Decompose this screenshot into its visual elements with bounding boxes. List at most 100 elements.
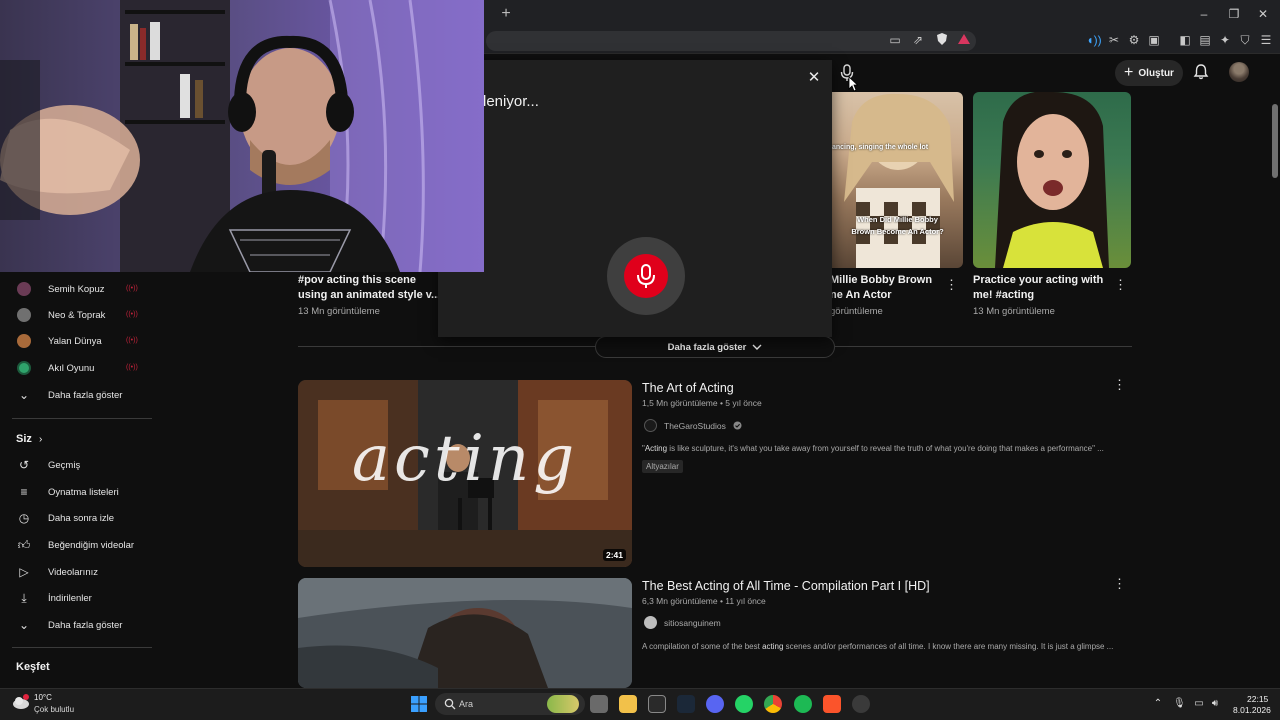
extensions-icon[interactable]: ⚙ — [1126, 32, 1142, 48]
video-1-channel[interactable]: TheGaroStudios — [644, 419, 742, 432]
sidebar-you-more[interactable]: ⌄ Daha fazla göster — [0, 612, 152, 638]
voice-mic-button[interactable] — [624, 254, 668, 298]
sidebar-item-neo-toprak[interactable]: Neo & Toprak ((•)) — [0, 302, 152, 328]
sidebar-divider — [12, 418, 152, 419]
weather-description[interactable]: Çok bulutlu — [34, 705, 74, 714]
channel-avatar — [17, 308, 31, 322]
clock-time[interactable]: 22:15 — [1247, 694, 1268, 704]
watch-later-icon: ◷ — [18, 511, 30, 525]
video-1-description: "Acting is like sculpture, it's what you… — [642, 444, 1104, 453]
brave-rewards-icon[interactable] — [956, 32, 972, 48]
taskbar-search[interactable]: Ara — [435, 693, 585, 715]
windows-start-icon[interactable] — [410, 695, 428, 713]
shorts-more-button[interactable]: Daha fazla göster — [595, 336, 835, 358]
file-explorer-icon[interactable] — [619, 695, 637, 713]
task-view-icon[interactable] — [590, 695, 608, 713]
tray-overflow-icon[interactable]: ⌃ — [1152, 698, 1164, 710]
page-scrollbar[interactable] — [1270, 92, 1280, 688]
account-avatar[interactable] — [1229, 62, 1249, 82]
short-2-thumbnail-art — [844, 93, 954, 268]
whatsapp-icon[interactable] — [735, 695, 753, 713]
sidebar-item-playlists[interactable]: ≡ Oynatma listeleri — [0, 479, 152, 505]
video-2-menu-icon[interactable]: ⋮ — [1113, 577, 1126, 591]
video-2-thumbnail[interactable] — [298, 578, 632, 688]
sidebar-item-history[interactable]: ↺ Geçmiş — [0, 452, 152, 478]
short-1-title[interactable]: #pov acting this scene using an animated… — [298, 273, 440, 303]
chevron-down-icon — [752, 344, 762, 350]
chrome-icon[interactable] — [764, 695, 782, 713]
discord-icon[interactable] — [706, 695, 724, 713]
maximize-button[interactable]: ❐ — [1225, 5, 1243, 23]
your-videos-icon: ▷ — [19, 565, 29, 579]
microsoft-store-icon[interactable] — [648, 695, 666, 713]
create-label: Oluştur — [1138, 67, 1174, 79]
short-2-thumbnail[interactable]: ancing, singing the whole lot When Did M… — [832, 92, 963, 268]
cast-icon[interactable]: ▭ — [887, 32, 903, 48]
app-icon[interactable] — [852, 695, 870, 713]
sidebar-channels-more[interactable]: ⌄ Daha fazla göster — [0, 382, 152, 408]
steam-icon[interactable] — [677, 695, 695, 713]
spotify-icon[interactable] — [794, 695, 812, 713]
channel-avatar — [644, 419, 657, 432]
short-3-title[interactable]: Practice your acting with me! #acting — [973, 273, 1103, 303]
microphone-tray-icon[interactable]: 🎙︎ — [1173, 698, 1186, 710]
short-2-title[interactable]: Millie Bobby Brown ne An Actor — [830, 273, 932, 303]
clock-date[interactable]: 8.01.2026 — [1233, 705, 1271, 715]
extension-1-icon[interactable]: ✂ — [1106, 32, 1122, 48]
volume-icon[interactable]: 🔊︎ — [1209, 698, 1221, 710]
short-2-menu-icon[interactable]: ⋮ — [945, 278, 958, 292]
menu-icon[interactable]: ☰ — [1258, 32, 1274, 48]
chevron-down-icon: ⌄ — [18, 618, 30, 632]
minimize-button[interactable]: – — [1195, 5, 1213, 23]
short-3-menu-icon[interactable]: ⋮ — [1114, 278, 1127, 292]
sidebar-item-watch-later[interactable]: ◷ Daha sonra izle — [0, 505, 152, 531]
video-2-meta: 6,3 Mn görüntüleme • 11 yıl önce — [642, 596, 766, 606]
live-indicator-icon: ((•)) — [126, 285, 138, 292]
plus-icon: + — [1124, 64, 1134, 81]
wallet-icon[interactable]: ▤ — [1197, 32, 1213, 48]
short-1-views: 13 Mn görüntüleme — [298, 306, 380, 317]
short-3-views: 13 Mn görüntüleme — [973, 306, 1055, 317]
notifications-bell-icon[interactable] — [1192, 63, 1210, 81]
sidebar-item-akil-oyunu[interactable]: Akıl Oyunu ((•)) — [0, 355, 152, 381]
sidebar-item-liked-videos[interactable]: 👍︎ Beğendiğim videolar — [0, 532, 152, 558]
weather-temperature[interactable]: 10°C — [34, 693, 52, 702]
sidebar-toggle-icon[interactable]: ◧ — [1177, 32, 1193, 48]
video-2-title[interactable]: The Best Acting of All Time - Compilatio… — [642, 579, 930, 593]
video-1-thumbnail[interactable]: acting 2:41 — [298, 380, 632, 567]
new-tab-button[interactable]: + — [498, 6, 514, 22]
scrollbar-thumb[interactable] — [1272, 104, 1278, 178]
leo-ai-icon[interactable]: ✦ — [1217, 32, 1233, 48]
windows-taskbar — [0, 688, 1280, 720]
vpn-icon[interactable]: ⛉ — [1237, 32, 1253, 48]
live-indicator-icon: ((•)) — [126, 337, 138, 344]
create-button[interactable]: + Oluştur — [1115, 60, 1183, 86]
section-divider-right — [835, 346, 1132, 347]
video-2-description: A compilation of some of the best acting… — [642, 642, 1114, 651]
channel-avatar — [17, 282, 31, 296]
brave-shield-icon[interactable] — [934, 32, 950, 48]
liked-icon: 👍︎ — [17, 538, 31, 552]
extension-2-icon[interactable]: ▣ — [1146, 32, 1162, 48]
verified-check-icon — [733, 421, 742, 430]
share-icon[interactable]: ⇗ — [910, 32, 926, 48]
webcam-overlay — [0, 0, 484, 272]
short-2-views: görüntüleme — [830, 306, 883, 317]
display-tray-icon[interactable]: ▭ — [1193, 698, 1205, 710]
video-1-meta: 1,5 Mn görüntüleme • 5 yıl önce — [642, 398, 762, 408]
video-2-thumbnail-art — [298, 578, 632, 688]
sidebar-item-semih-kopuz[interactable]: Semih Kopuz ((•)) — [0, 276, 152, 302]
video-2-channel[interactable]: sitiosanguinem — [644, 616, 721, 629]
sidebar-item-yalan-dunya[interactable]: Yalan Dünya ((•)) — [0, 328, 152, 354]
close-icon[interactable]: ✕ — [806, 70, 822, 86]
sidebar-you-header[interactable]: Siz › — [16, 433, 42, 445]
short-3-thumbnail[interactable] — [973, 92, 1131, 268]
video-1-menu-icon[interactable]: ⋮ — [1113, 378, 1126, 392]
close-window-button[interactable]: ✕ — [1254, 5, 1272, 23]
sidebar-item-downloads[interactable]: ⤓ İndirilenler — [0, 585, 152, 611]
sidebar-item-your-videos[interactable]: ▷ Videolarınız — [0, 559, 152, 585]
weather-cloud-icon[interactable] — [12, 694, 30, 710]
brave-browser-icon[interactable] — [823, 695, 841, 713]
video-1-title[interactable]: The Art of Acting — [642, 381, 734, 395]
audio-icon[interactable]: ◖)) — [1086, 32, 1102, 48]
